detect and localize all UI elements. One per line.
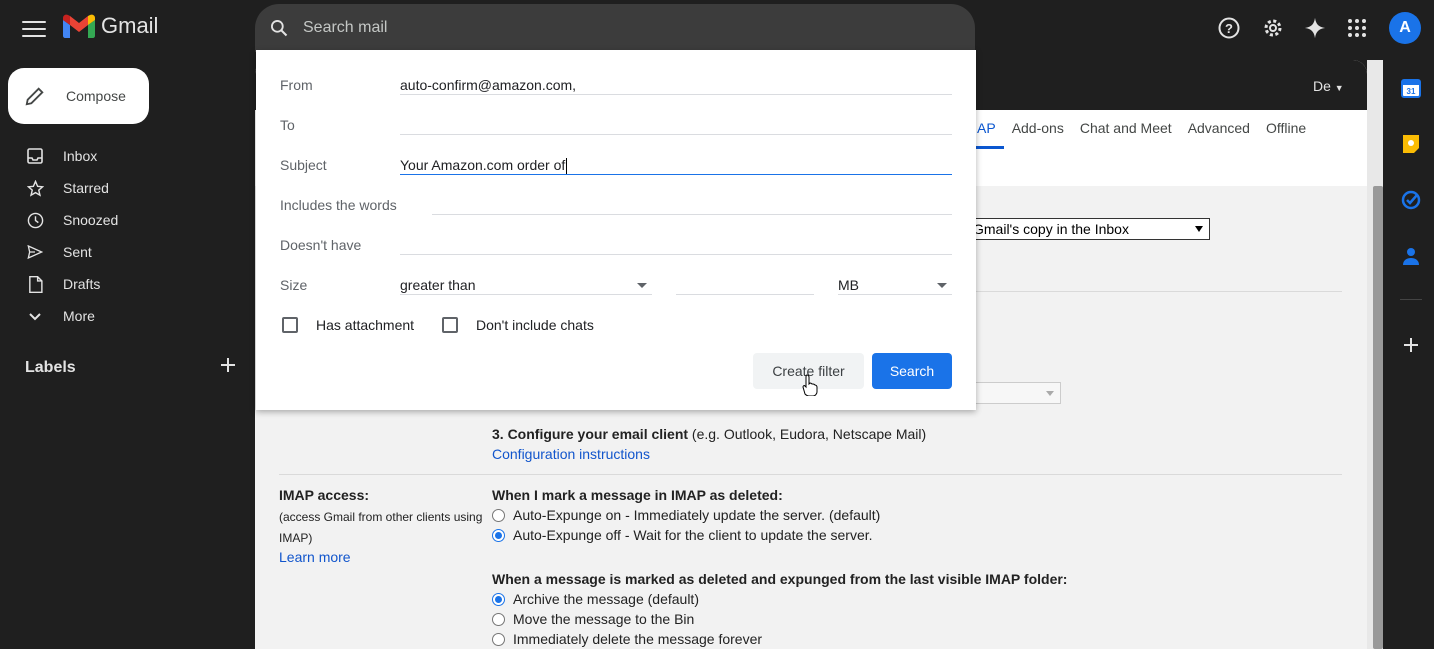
keep-icon[interactable] bbox=[1400, 133, 1422, 155]
doesnt-have-underline bbox=[400, 254, 952, 255]
subject-input[interactable]: Your Amazon.com order of bbox=[400, 157, 568, 175]
search-bar[interactable]: Search mail bbox=[255, 4, 975, 52]
size-operator-underline bbox=[400, 294, 652, 295]
includes-input[interactable] bbox=[432, 197, 952, 215]
pencil-icon bbox=[25, 87, 44, 106]
size-value-input[interactable] bbox=[676, 277, 814, 295]
inbox-icon bbox=[26, 147, 44, 165]
text-cursor bbox=[566, 158, 568, 175]
subject-label: Subject bbox=[280, 157, 327, 173]
size-unit-select[interactable]: MB bbox=[838, 277, 952, 293]
chevron-down-icon bbox=[937, 283, 947, 288]
search-button[interactable]: Search bbox=[872, 353, 952, 389]
radio-button[interactable] bbox=[492, 508, 505, 522]
sidebar-nav: Inbox Starred Snoozed Sent Drafts More bbox=[0, 140, 250, 332]
search-input[interactable]: Search mail bbox=[303, 19, 387, 37]
advanced-search-popup: From auto-confirm@amazon.com, To Subject… bbox=[256, 50, 976, 410]
send-icon bbox=[26, 243, 44, 261]
doesnt-have-label: Doesn't have bbox=[280, 237, 362, 253]
from-label: From bbox=[280, 77, 313, 93]
gmail-logo[interactable]: Gmail bbox=[63, 13, 158, 39]
dont-include-chats-checkbox[interactable] bbox=[442, 317, 458, 333]
contacts-icon[interactable] bbox=[1400, 245, 1422, 267]
sidebar-item-sent[interactable]: Sent bbox=[0, 236, 250, 268]
scrollbar-thumb[interactable] bbox=[1373, 186, 1383, 649]
sidebar-item-drafts[interactable]: Drafts bbox=[0, 268, 250, 300]
radio-archive[interactable]: Archive the message (default) bbox=[492, 591, 699, 607]
tab-advanced[interactable]: Advanced bbox=[1180, 118, 1258, 149]
dont-include-chats-label: Don't include chats bbox=[476, 317, 594, 333]
tab-forwarding-imap[interactable]: AP bbox=[975, 118, 1004, 149]
draft-icon bbox=[26, 275, 44, 293]
doesnt-have-input[interactable] bbox=[400, 237, 952, 255]
expunged-heading: When a message is marked as deleted and … bbox=[492, 571, 1068, 587]
radio-button[interactable] bbox=[492, 632, 505, 646]
sidebar-item-snoozed[interactable]: Snoozed bbox=[0, 204, 250, 236]
tab-chat-meet[interactable]: Chat and Meet bbox=[1072, 118, 1180, 149]
chevron-down-icon bbox=[637, 283, 647, 288]
sidebar-item-inbox[interactable]: Inbox bbox=[0, 140, 250, 172]
star-icon bbox=[26, 179, 44, 197]
tab-offline[interactable]: Offline bbox=[1258, 118, 1314, 149]
svg-text:31: 31 bbox=[1407, 87, 1416, 96]
sidebar-item-starred[interactable]: Starred bbox=[0, 172, 250, 204]
size-value-underline bbox=[676, 294, 814, 295]
search-icon[interactable] bbox=[269, 18, 289, 38]
radio-button[interactable] bbox=[492, 592, 505, 606]
svg-text:?: ? bbox=[1225, 21, 1233, 36]
to-input[interactable] bbox=[400, 117, 952, 135]
subject-underline bbox=[400, 174, 952, 175]
account-avatar[interactable]: A bbox=[1389, 12, 1421, 44]
gear-icon[interactable] bbox=[1259, 14, 1287, 42]
divider bbox=[279, 474, 1342, 475]
radio-move-to-bin[interactable]: Move the message to the Bin bbox=[492, 611, 694, 627]
from-input[interactable]: auto-confirm@amazon.com, bbox=[400, 77, 576, 93]
configuration-instructions-link[interactable]: Configuration instructions bbox=[492, 446, 650, 462]
compose-button[interactable]: Compose bbox=[8, 68, 149, 124]
forward-copy-select[interactable]: Gmail's copy in the Inbox bbox=[968, 218, 1210, 240]
size-label: Size bbox=[280, 277, 308, 293]
labels-header: Labels bbox=[25, 358, 235, 377]
input-tools-button[interactable]: De ▼ bbox=[1313, 78, 1344, 94]
gmail-m-icon bbox=[63, 14, 95, 38]
gemini-sparkle-icon[interactable] bbox=[1301, 14, 1329, 42]
has-attachment-checkbox[interactable] bbox=[282, 317, 298, 333]
app-name: Gmail bbox=[101, 13, 159, 38]
radio-delete-forever[interactable]: Immediately delete the message forever bbox=[492, 631, 762, 647]
from-underline bbox=[400, 94, 952, 95]
tasks-icon[interactable] bbox=[1400, 189, 1422, 211]
chevron-down-icon bbox=[26, 307, 44, 325]
deleted-heading: When I mark a message in IMAP as deleted… bbox=[492, 487, 783, 503]
help-icon[interactable]: ? bbox=[1215, 14, 1243, 42]
divider bbox=[976, 291, 1342, 292]
radio-auto-expunge-off[interactable]: Auto-Expunge off - Wait for the client t… bbox=[492, 527, 873, 543]
sidebar-item-more[interactable]: More bbox=[0, 300, 250, 332]
size-unit-underline bbox=[838, 294, 952, 295]
add-label-icon[interactable] bbox=[221, 358, 235, 377]
calendar-icon[interactable]: 31 bbox=[1400, 77, 1422, 99]
imap-access-label: IMAP access: bbox=[279, 487, 370, 503]
configure-client-text: 3. Configure your email client (e.g. Out… bbox=[492, 426, 927, 442]
imap-access-sub: (access Gmail from other clients using I… bbox=[279, 510, 483, 545]
settings-tabs: AP Add-ons Chat and Meet Advanced Offlin… bbox=[975, 118, 1314, 149]
has-attachment-label: Has attachment bbox=[316, 317, 415, 333]
to-label: To bbox=[280, 117, 295, 133]
add-addon-icon[interactable] bbox=[1400, 334, 1422, 356]
folder-size-select[interactable] bbox=[968, 382, 1061, 404]
divider bbox=[1400, 299, 1422, 300]
learn-more-link[interactable]: Learn more bbox=[279, 549, 351, 565]
includes-label: Includes the words bbox=[280, 197, 397, 213]
includes-underline bbox=[432, 214, 952, 215]
size-operator-select[interactable]: greater than bbox=[400, 277, 652, 293]
radio-button[interactable] bbox=[492, 528, 505, 542]
to-underline bbox=[400, 134, 952, 135]
radio-button[interactable] bbox=[492, 612, 505, 626]
radio-auto-expunge-on[interactable]: Auto-Expunge on - Immediately update the… bbox=[492, 507, 880, 523]
clock-icon bbox=[26, 211, 44, 229]
hand-pointer-icon bbox=[802, 374, 818, 401]
apps-grid-icon[interactable] bbox=[1343, 14, 1371, 42]
main-menu-button[interactable] bbox=[22, 18, 46, 38]
tab-add-ons[interactable]: Add-ons bbox=[1004, 118, 1072, 149]
